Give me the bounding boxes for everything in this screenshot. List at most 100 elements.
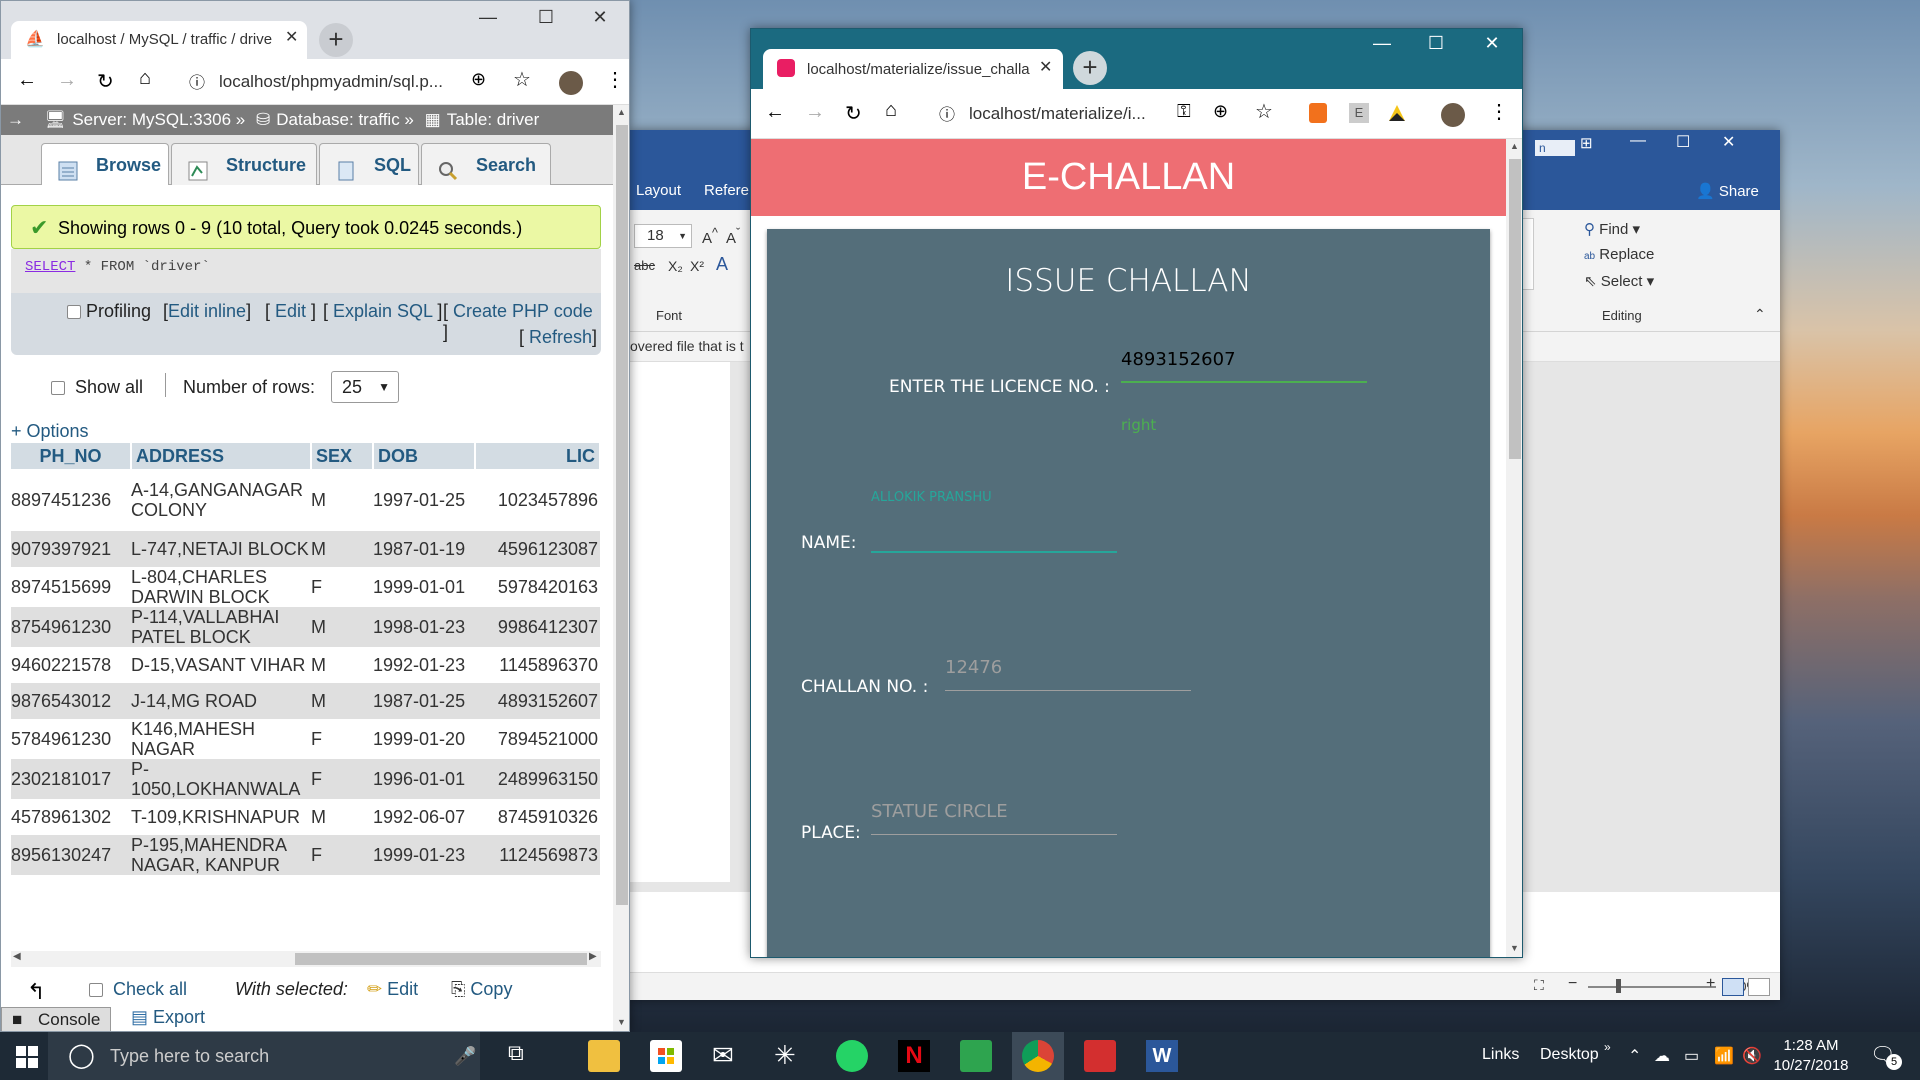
strikethrough-icon[interactable]: abc (634, 258, 655, 273)
vertical-scroll-thumb[interactable] (616, 125, 628, 905)
table-row[interactable]: 8956130247 P-195,MAHENDRA NAGAR, KANPUR F 1… (11, 835, 600, 875)
cell-dob[interactable]: 1999-01-20 (373, 719, 475, 759)
close-tab-icon[interactable]: ✕ (1039, 57, 1052, 77)
reload-icon[interactable]: ↻ (845, 101, 862, 126)
profile-avatar[interactable] (559, 71, 583, 95)
breadcrumb-database[interactable]: Database: traffic » (276, 110, 414, 129)
home-icon[interactable]: ⌂ (139, 67, 151, 90)
back-arrow-icon[interactable]: ← (17, 69, 37, 92)
cell-lic[interactable]: 1023457896 (475, 469, 600, 531)
menu-dots-icon[interactable]: ⋮ (1489, 99, 1509, 124)
challan-no-input[interactable]: 12476 (945, 657, 1191, 691)
cell-sex[interactable]: F (311, 719, 373, 759)
acrobat-icon[interactable] (1084, 1040, 1116, 1072)
tab-browse[interactable]: Browse (41, 143, 169, 185)
cell-sex[interactable]: M (311, 683, 373, 719)
zoom-in-button[interactable]: + (1706, 975, 1715, 993)
ec-browser-tab[interactable]: localhost/materialize/issue_challa ✕ (763, 49, 1063, 89)
cell-address[interactable]: P-1050,LOKHANWALA (131, 759, 311, 799)
cell-dob[interactable]: 1992-06-07 (373, 799, 475, 835)
home-icon[interactable]: ⌂ (885, 99, 897, 122)
taskbar-search-box[interactable]: ◯ Type here to search 🎤 (48, 1032, 480, 1080)
scroll-up-icon[interactable]: ▲ (617, 107, 626, 117)
cell-sex[interactable]: M (311, 799, 373, 835)
cell-dob[interactable]: 1987-01-25 (373, 683, 475, 719)
cell-lic[interactable]: 4893152607 (475, 683, 600, 719)
task-view-icon[interactable]: ⧉ (508, 1040, 540, 1072)
table-row[interactable]: 2302181017 P-1050,LOKHANWALA F 1996-01-01 24… (11, 759, 600, 799)
ec-vertical-scrollbar[interactable]: ▲ ▼ (1506, 139, 1522, 957)
col-lic[interactable]: LIC (475, 443, 601, 469)
new-tab-button[interactable]: + (1073, 51, 1107, 85)
pma-browser-tab[interactable]: ⛵ localhost / MySQL / traffic / drive ✕ (11, 21, 307, 59)
horizontal-scroll-thumb[interactable] (295, 953, 587, 965)
ec-url[interactable]: localhost/materialize/i... (969, 104, 1146, 124)
edit-link[interactable]: Edit (275, 301, 306, 321)
number-of-rows-select[interactable]: 25 ▼ (331, 371, 399, 403)
cell-dob[interactable]: 1999-01-01 (373, 567, 475, 607)
table-row[interactable]: 5784961230 K146,MAHESH NAGAR F 1999-01-20 78… (11, 719, 600, 759)
cell-ph-no[interactable]: 9876543012 (11, 683, 131, 719)
minimize-button[interactable]: — (1367, 33, 1397, 54)
cell-address[interactable]: J-14,MG ROAD (131, 683, 311, 719)
green-app-icon[interactable] (960, 1040, 992, 1072)
place-input[interactable]: STATUE CIRCLE (871, 801, 1117, 835)
store-icon[interactable] (650, 1040, 682, 1072)
cell-address[interactable]: D-15,VASANT VIHAR (131, 647, 311, 683)
word-minimize-button[interactable]: — (1630, 132, 1646, 150)
links-toolbar[interactable]: Links (1482, 1046, 1519, 1064)
back-arrow-icon[interactable]: ← (765, 101, 785, 124)
desktop-toolbar[interactable]: Desktop (1540, 1046, 1599, 1064)
show-hidden-icons-icon[interactable]: ⌃ (1628, 1046, 1641, 1066)
cell-dob[interactable]: 1987-01-19 (373, 531, 475, 567)
bulk-export-button[interactable]: ▤ Export (131, 1007, 205, 1028)
cell-address[interactable]: P-114,VALLABHAI PATEL BLOCK (131, 607, 311, 647)
whatsapp-icon[interactable] (836, 1040, 868, 1072)
cell-lic[interactable]: 2489963150 (475, 759, 600, 799)
close-tab-icon[interactable]: ✕ (285, 27, 298, 47)
taskbar-clock[interactable]: 1:28 AM 10/27/2018 (1766, 1036, 1856, 1076)
word-find-button[interactable]: ⚲ Find ▾ (1584, 220, 1640, 238)
word-select-button[interactable]: ⇖ Select ▾ (1584, 272, 1654, 290)
office-extension-icon[interactable] (1309, 103, 1327, 123)
profile-avatar[interactable] (1441, 103, 1465, 127)
web-layout-icon[interactable] (1748, 978, 1770, 996)
profiling-option[interactable]: Profiling (67, 301, 151, 322)
scroll-down-icon[interactable]: ▼ (617, 1017, 626, 1027)
zoom-icon[interactable]: ⊕ (1213, 101, 1228, 122)
reload-icon[interactable]: ↻ (97, 69, 114, 94)
cell-ph-no[interactable]: 8956130247 (11, 835, 131, 875)
cell-lic[interactable]: 1124569873 (475, 835, 600, 875)
table-row[interactable]: 8897451236 A-14,GANGANAGAR COLONY M 1997-01… (11, 469, 600, 531)
volume-muted-icon[interactable]: 🔇 (1742, 1046, 1762, 1066)
sql-keyword[interactable]: SELECT (25, 259, 75, 275)
table-row[interactable]: 9460221578 D-15,VASANT VIHAR M 1992-01-23 11… (11, 647, 600, 683)
options-link[interactable]: + Options (11, 421, 89, 442)
word-tab-layout[interactable]: Layout (636, 182, 681, 199)
cell-ph-no[interactable]: 8754961230 (11, 607, 131, 647)
col-dob[interactable]: DOB (373, 443, 476, 469)
show-all-checkbox[interactable] (51, 381, 65, 396)
text-effects-icon[interactable]: A (716, 254, 728, 275)
cell-sex[interactable]: M (311, 607, 373, 647)
cell-address[interactable]: K146,MAHESH NAGAR (131, 719, 311, 759)
key-icon[interactable]: ⚿ (1177, 101, 1191, 122)
windows-start-icon[interactable] (16, 1046, 38, 1068)
cell-dob[interactable]: 1998-01-23 (373, 607, 475, 647)
forward-arrow-icon[interactable]: → (57, 69, 77, 92)
profiling-checkbox[interactable] (67, 305, 81, 320)
cell-sex[interactable]: M (311, 531, 373, 567)
word-share-button[interactable]: 👤 Share (1696, 182, 1759, 200)
cell-ph-no[interactable]: 8974515699 (11, 567, 131, 607)
wifi-icon[interactable]: 📶 (1714, 1046, 1734, 1066)
cell-lic[interactable]: 5978420163 (475, 567, 600, 607)
focus-mode-icon[interactable]: ⛶ (1534, 977, 1544, 994)
word-maximize-button[interactable]: ☐ (1676, 132, 1690, 152)
bookmark-star-icon[interactable]: ☆ (513, 67, 531, 92)
close-window-button[interactable]: ✕ (1477, 33, 1507, 54)
vertical-scrollbar[interactable]: ▲ ▼ (613, 105, 629, 1031)
cell-ph-no[interactable]: 9079397921 (11, 531, 131, 567)
cell-sex[interactable]: M (311, 647, 373, 683)
cell-dob[interactable]: 1997-01-25 (373, 469, 475, 531)
check-all-checkbox[interactable] (89, 983, 103, 998)
